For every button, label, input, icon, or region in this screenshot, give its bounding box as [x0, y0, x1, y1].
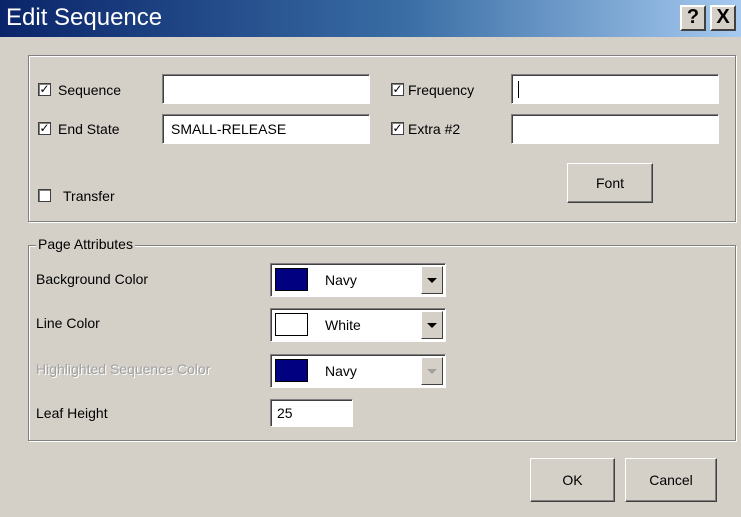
- background-color-label: Background Color: [36, 271, 149, 287]
- page-attributes-legend: Page Attributes: [36, 235, 135, 253]
- extra2-label: Extra #2: [408, 121, 461, 137]
- title-bar[interactable]: Edit Sequence ? X: [0, 0, 741, 37]
- leaf-height-input[interactable]: 25: [270, 399, 353, 427]
- highlighted-sequence-color-swatch: [275, 359, 308, 382]
- extra2-checkbox[interactable]: ✓: [391, 122, 404, 135]
- text-caret: [518, 81, 519, 98]
- highlighted-sequence-color-value: Navy: [325, 363, 357, 379]
- highlighted-sequence-color-label: Highlighted Sequence Color: [36, 361, 211, 377]
- frequency-input[interactable]: [511, 74, 719, 104]
- line-color-swatch: [275, 313, 308, 336]
- help-button[interactable]: ?: [680, 5, 706, 31]
- chevron-down-icon[interactable]: [421, 266, 443, 294]
- line-color-value: White: [325, 317, 361, 333]
- end-state-checkbox[interactable]: ✓: [38, 122, 51, 135]
- background-color-select[interactable]: Navy: [270, 263, 446, 297]
- end-state-label: End State: [58, 121, 120, 137]
- window-title: Edit Sequence: [6, 4, 163, 31]
- close-button[interactable]: X: [710, 5, 736, 31]
- background-color-swatch: [275, 268, 308, 291]
- frequency-label: Frequency: [408, 82, 475, 98]
- frequency-checkbox[interactable]: ✓: [391, 83, 404, 96]
- cancel-button[interactable]: Cancel: [625, 458, 717, 502]
- sequence-label: Sequence: [58, 82, 122, 98]
- chevron-down-icon[interactable]: [421, 311, 443, 339]
- ok-button[interactable]: OK: [530, 458, 615, 502]
- line-color-select[interactable]: White: [270, 308, 446, 342]
- font-button[interactable]: Font: [567, 163, 653, 203]
- sequence-checkbox[interactable]: ✓: [38, 83, 51, 96]
- background-color-value: Navy: [325, 272, 357, 288]
- sequence-input[interactable]: [162, 74, 370, 104]
- transfer-checkbox[interactable]: [38, 189, 51, 202]
- end-state-input[interactable]: SMALL-RELEASE: [162, 114, 370, 144]
- transfer-label: Transfer: [63, 188, 115, 204]
- highlighted-sequence-color-select: Navy: [270, 354, 446, 388]
- chevron-down-icon: [421, 357, 443, 385]
- line-color-label: Line Color: [36, 315, 100, 331]
- leaf-height-label: Leaf Height: [36, 405, 108, 421]
- extra2-input[interactable]: [511, 114, 719, 144]
